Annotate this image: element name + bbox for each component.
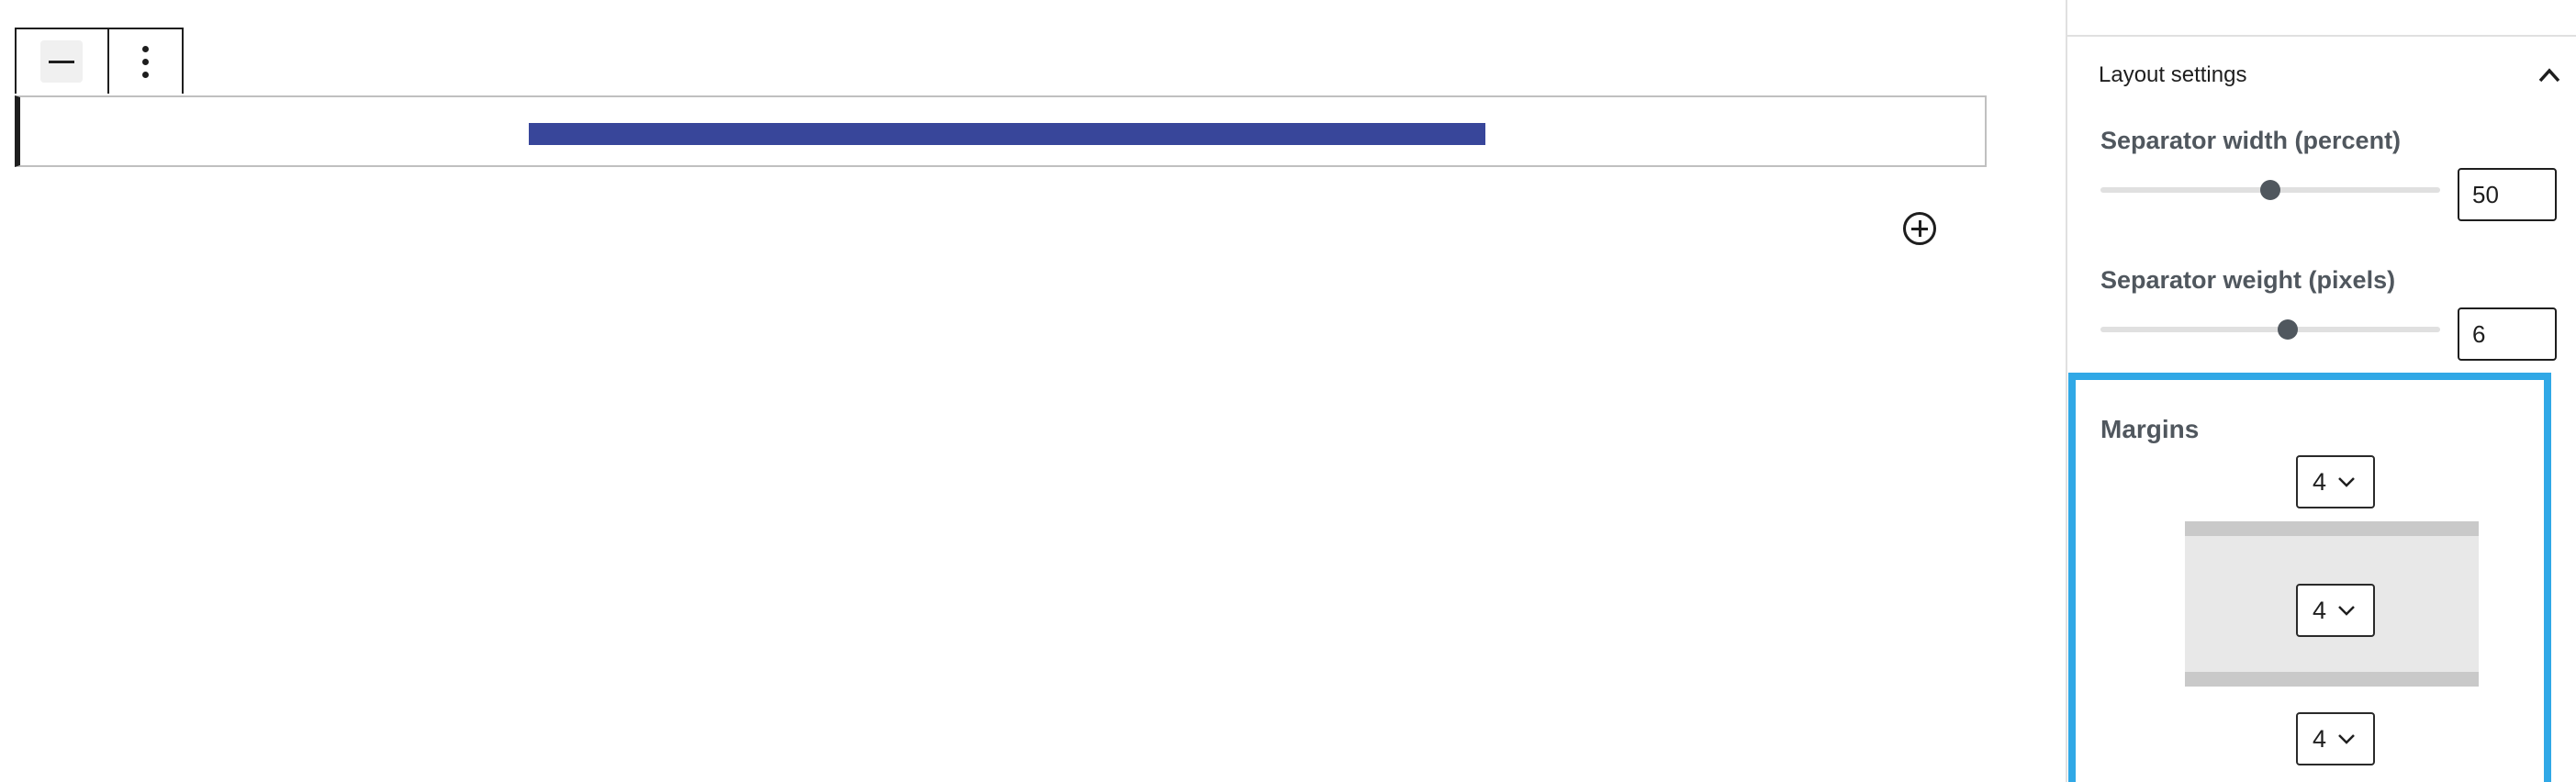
margin-middle-select[interactable]: 4 [2296,584,2375,637]
margin-top-value: 4 [2313,467,2327,496]
chevron-down-icon [2338,606,2355,616]
separator-weight-input[interactable] [2458,307,2557,361]
sidebar-divider [2067,35,2576,37]
block-options-button[interactable] [109,29,182,94]
margin-preview-top-band [2185,521,2479,536]
more-vertical-icon [141,45,149,78]
separator-block[interactable] [15,95,1987,167]
block-type-button[interactable] [17,29,109,94]
panel-toggle-button[interactable] [2536,64,2563,86]
margins-panel: Margins 4 4 4 [2068,373,2551,782]
separator-width-input[interactable] [2458,168,2557,221]
separator-weight-thumb[interactable] [2277,319,2298,340]
margin-top-select[interactable]: 4 [2296,455,2375,508]
block-toolbar [15,28,184,94]
editor-canvas [0,0,2066,782]
chevron-up-icon [2538,68,2560,83]
separator-weight-slider[interactable] [2100,319,2440,340]
add-block-button[interactable] [1903,212,1936,245]
margin-middle-value: 4 [2313,596,2327,624]
separator-icon [40,40,84,83]
chevron-down-icon [2338,477,2355,487]
panel-title[interactable]: Layout settings [2099,62,2246,88]
separator-width-slider[interactable] [2100,180,2440,200]
chevron-down-icon [2338,734,2355,744]
separator-width-label: Separator width (percent) [2100,127,2402,154]
margin-bottom-value: 4 [2313,724,2327,753]
separator-line [529,123,1485,145]
separator-weight-label: Separator weight (pixels) [2100,266,2396,294]
margin-bottom-select[interactable]: 4 [2296,712,2375,765]
margin-preview-bottom-band [2185,672,2479,687]
separator-width-thumb[interactable] [2260,180,2280,200]
margins-label: Margins [2100,415,2200,443]
